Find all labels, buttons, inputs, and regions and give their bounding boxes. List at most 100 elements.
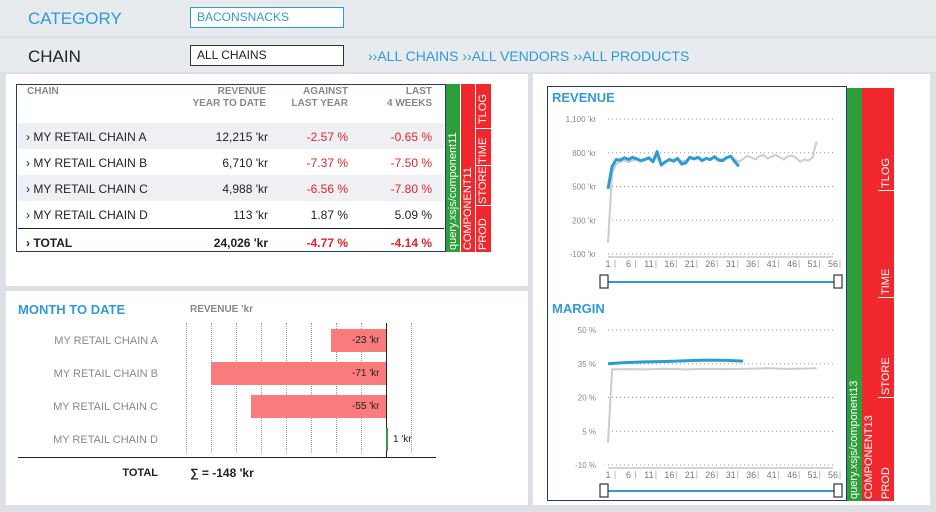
row-vs-last-year: 1.87 % xyxy=(310,208,348,222)
mtd-title: MONTH TO DATE xyxy=(18,302,126,317)
x-tick-label: 56 xyxy=(828,259,838,269)
x-tick-label: 26 xyxy=(705,470,715,480)
x-tick-label: 31 xyxy=(726,470,736,480)
tab-time[interactable]: TIME xyxy=(476,128,491,165)
x-tick-label: 46 xyxy=(787,470,797,480)
mtd-value-c: -55 'kr xyxy=(352,401,380,412)
mtd-value-b: -71 'kr xyxy=(352,368,380,379)
table-row[interactable]: › MY RETAIL CHAIN B 6,710 'kr -7.37 % -7… xyxy=(18,149,444,175)
y-tick-label: -10 % xyxy=(575,461,596,470)
mtd-label-b: MY RETAIL CHAIN B xyxy=(53,368,158,380)
tab-query-component11[interactable]: query.xsjs/component11 xyxy=(446,84,460,252)
total-revenue: 24,026 'kr xyxy=(213,236,268,250)
x-tick-label: 31 xyxy=(726,259,736,269)
header-last4: LAST 4 WEEKS xyxy=(386,86,432,109)
table-row[interactable]: › MY RETAIL CHAIN C 4,988 'kr -6.56 % -7… xyxy=(18,175,444,201)
x-tick-label: 46 xyxy=(787,259,797,269)
tab-tlog[interactable]: TLOG xyxy=(476,86,491,126)
header-chain: CHAIN xyxy=(27,86,59,97)
chain-input[interactable]: ALL CHAINS xyxy=(190,45,344,66)
x-tick-label: 51 xyxy=(808,259,818,269)
tab-prod-store-divider xyxy=(476,205,491,206)
category-input[interactable]: BACONSNACKS xyxy=(190,7,344,28)
tab-prod-store-divider-13 xyxy=(878,397,894,398)
row-revenue: 113 'kr xyxy=(233,208,268,222)
y-tick-label: 20 % xyxy=(578,394,596,403)
x-tick-label: 41 xyxy=(767,259,777,269)
tab-store[interactable]: STORE xyxy=(476,165,491,205)
y-tick-label: 50 % xyxy=(578,326,596,335)
row-vs-last-year: -2.57 % xyxy=(306,130,348,144)
table-row[interactable]: › MY RETAIL CHAIN D 113 'kr 1.87 % 5.09 … xyxy=(18,201,444,227)
header-against: AGAINST LAST YEAR xyxy=(291,86,349,109)
x-tick-label: 16 xyxy=(664,470,674,480)
row-last-4-weeks: -0.65 % xyxy=(390,130,432,144)
x-tick-label: 41 xyxy=(767,470,777,480)
x-tick-label: 11 xyxy=(644,259,653,269)
x-tick-label: 21 xyxy=(685,470,695,480)
chain-label: CHAIN xyxy=(28,47,81,66)
row-last-4-weeks: -7.50 % xyxy=(390,156,432,170)
mtd-label-c: MY RETAIL CHAIN C xyxy=(53,401,158,413)
tab-time-tlog-divider xyxy=(476,128,491,129)
mtd-value-d: 1 'kr xyxy=(393,434,412,445)
row-chain-name: › MY RETAIL CHAIN A xyxy=(26,130,147,144)
tab-tlog-13[interactable]: TLOG xyxy=(878,90,894,190)
x-tick-label: 1 xyxy=(605,470,610,480)
x-tick-label: 26 xyxy=(705,259,715,269)
y-tick-label: 5 % xyxy=(582,427,596,436)
tab-component11[interactable]: COMPONENT11 xyxy=(461,84,475,252)
table-row[interactable]: › MY RETAIL CHAIN A 12,215 'kr -2.57 % -… xyxy=(18,123,444,149)
row-chain-name: › MY RETAIL CHAIN D xyxy=(26,208,148,222)
x-tick-label: 21 xyxy=(685,259,695,269)
header-revenue: REVENUE YEAR TO DATE xyxy=(192,86,266,109)
x-tick-label: 36 xyxy=(746,259,756,269)
row-revenue: 4,988 'kr xyxy=(222,182,268,196)
category-label: CATEGORY xyxy=(28,9,122,28)
x-tick-label: 6 xyxy=(626,259,631,269)
y-tick-label: 1,100 'kr xyxy=(566,115,597,124)
row-chain-name: › MY RETAIL CHAIN B xyxy=(26,156,148,170)
x-tick-label: 6 xyxy=(626,470,631,480)
total-last-4-weeks: -4.14 % xyxy=(390,236,432,250)
tab-component13[interactable]: COMPONENT13 xyxy=(862,88,878,501)
mtd-total-label: TOTAL xyxy=(122,467,158,479)
row-vs-last-year: -7.37 % xyxy=(306,156,348,170)
row-last-4-weeks: -7.80 % xyxy=(390,182,432,196)
tab-query-component13[interactable]: query.xsjs/component13 xyxy=(847,88,862,501)
tab-store-time-divider-13 xyxy=(878,297,894,298)
table-total-row: › TOTAL 24,026 'kr -4.77 % -4.14 % xyxy=(18,229,444,255)
total-vs-last-year: -4.77 % xyxy=(306,236,348,250)
tab-time-tlog-divider-13 xyxy=(878,190,894,191)
y-tick-label: 35 % xyxy=(578,360,596,369)
y-tick-label: 500 'kr xyxy=(572,183,596,192)
row-vs-last-year: -6.56 % xyxy=(306,182,348,196)
range-slider-handle-right xyxy=(833,274,843,289)
row-last-4-weeks: 5.09 % xyxy=(394,208,432,222)
range-slider-handle-right xyxy=(833,483,843,498)
mtd-label-d: MY RETAIL CHAIN D xyxy=(53,434,158,446)
row-chain-name: › MY RETAIL CHAIN C xyxy=(26,182,148,196)
x-tick-label: 16 xyxy=(664,259,674,269)
y-tick-label: 800 'kr xyxy=(572,149,596,158)
current-series-line xyxy=(607,358,744,366)
mtd-label-a: MY RETAIL CHAIN A xyxy=(54,335,158,347)
breadcrumb[interactable]: ››ALL CHAINS ››ALL VENDORS ››ALL PRODUCT… xyxy=(368,48,689,64)
tab-time-13[interactable]: TIME xyxy=(878,190,894,297)
current-series-line xyxy=(606,150,741,190)
x-tick-label: 1 xyxy=(605,259,610,269)
category-filter-bar: CATEGORY BACONSNACKS xyxy=(0,0,936,36)
mtd-total-divider xyxy=(18,457,436,458)
row-revenue: 12,215 'kr xyxy=(215,130,268,144)
y-tick-label: 200 'kr xyxy=(572,216,596,225)
tab-store-time-divider xyxy=(476,165,491,166)
y-tick-label: -100 'kr xyxy=(570,250,597,259)
range-slider-handle-left xyxy=(599,483,609,498)
row-revenue: 6,710 'kr xyxy=(222,156,268,170)
tab-store-13[interactable]: STORE xyxy=(878,297,894,397)
chain-filter-bar: CHAIN ALL CHAINS ››ALL CHAINS ››ALL VEND… xyxy=(0,38,936,72)
mtd-bar-d xyxy=(386,428,388,451)
mtd-value-a: -23 'kr xyxy=(352,335,380,346)
x-tick-label: 51 xyxy=(808,470,818,480)
x-tick-label: 11 xyxy=(644,470,653,480)
